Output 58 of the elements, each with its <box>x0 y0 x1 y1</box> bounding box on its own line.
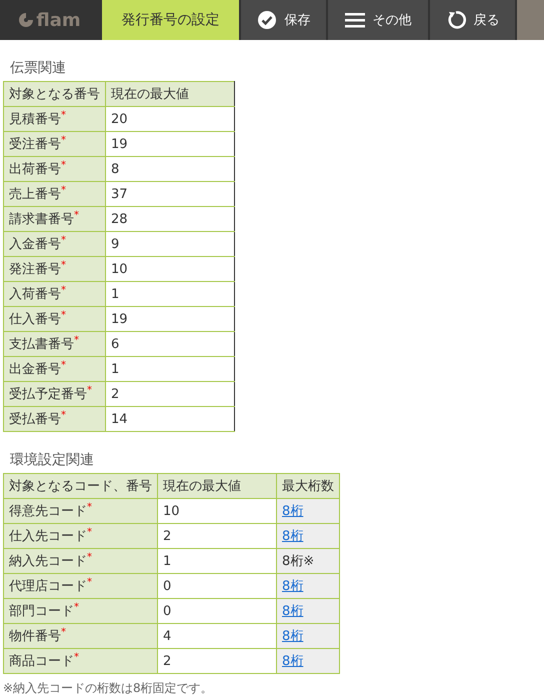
table-cell: 8 <box>106 156 234 182</box>
table-cell: 4 <box>158 624 276 648</box>
row-label: 商品コード* <box>4 648 158 674</box>
table-cell: 20 <box>106 106 234 132</box>
table-cell: 6 <box>106 332 234 356</box>
row-label: 発注番号* <box>4 256 106 282</box>
logo: flam <box>36 10 81 30</box>
table-cell: 28 <box>106 206 234 232</box>
table-cell: 37 <box>106 182 234 206</box>
row-label: 出金番号* <box>4 356 106 382</box>
table-cell: 9 <box>106 232 234 256</box>
table-cell: 19 <box>106 306 234 332</box>
table-cell: 0 <box>158 574 276 598</box>
check-icon <box>256 10 276 30</box>
menu-icon <box>344 12 364 28</box>
more-button[interactable]: その他 <box>328 0 428 40</box>
section-title: 環境設定関連 <box>9 451 95 470</box>
row-label: 物件番号* <box>4 624 158 648</box>
row-label: 入金番号* <box>4 232 106 256</box>
table-cell: 14 <box>106 406 234 432</box>
header-filler <box>517 0 544 40</box>
row-label: 受注番号* <box>4 132 106 156</box>
row-label: 売上番号* <box>4 182 106 206</box>
row-label: 納入先コード* <box>4 548 158 574</box>
back-button[interactable]: 戻る <box>430 0 515 40</box>
table-cell: 1 <box>106 282 234 306</box>
table-cell: 10 <box>106 256 234 282</box>
row-label: 得意先コード* <box>4 498 158 524</box>
column-header: 現在の最大値 <box>106 82 234 106</box>
row-label: 受払予定番号* <box>4 382 106 406</box>
section-title: 伝票関連 <box>9 59 67 78</box>
logo-icon <box>19 13 34 27</box>
save-button[interactable]: 保存 <box>241 0 326 40</box>
table-cell: 1 <box>106 356 234 382</box>
table-cell: 1 <box>158 548 276 574</box>
footnote: ※納入先コードの桁数は8桁固定です。 <box>2 680 214 697</box>
table-cell: 2 <box>158 524 276 548</box>
row-label: 仕入番号* <box>4 306 106 332</box>
undo-icon <box>446 10 466 30</box>
row-label: 支払書番号* <box>4 332 106 356</box>
table-cell: 10 <box>158 498 276 524</box>
row-label: 請求書番号* <box>4 206 106 232</box>
row-label: 見積番号* <box>4 106 106 132</box>
column-header: 対象となるコード、番号 <box>4 474 158 498</box>
table-cell: 2 <box>106 382 234 406</box>
column-header: 現在の最大値 <box>158 474 276 498</box>
table-cell: 0 <box>158 598 276 624</box>
row-label: 入荷番号* <box>4 282 106 306</box>
row-label: 出荷番号* <box>4 156 106 182</box>
table-cell: 19 <box>106 132 234 156</box>
column-header: 最大桁数 <box>276 474 340 498</box>
row-label: 仕入先コード* <box>4 524 158 548</box>
table-cell: 2 <box>158 648 276 674</box>
row-label: 受払番号* <box>4 406 106 432</box>
column-header: 対象となる番号 <box>4 82 106 106</box>
table-cell: 8桁※ <box>276 548 340 574</box>
row-label: 部門コード* <box>4 598 158 624</box>
row-label: 代理店コード* <box>4 574 158 598</box>
